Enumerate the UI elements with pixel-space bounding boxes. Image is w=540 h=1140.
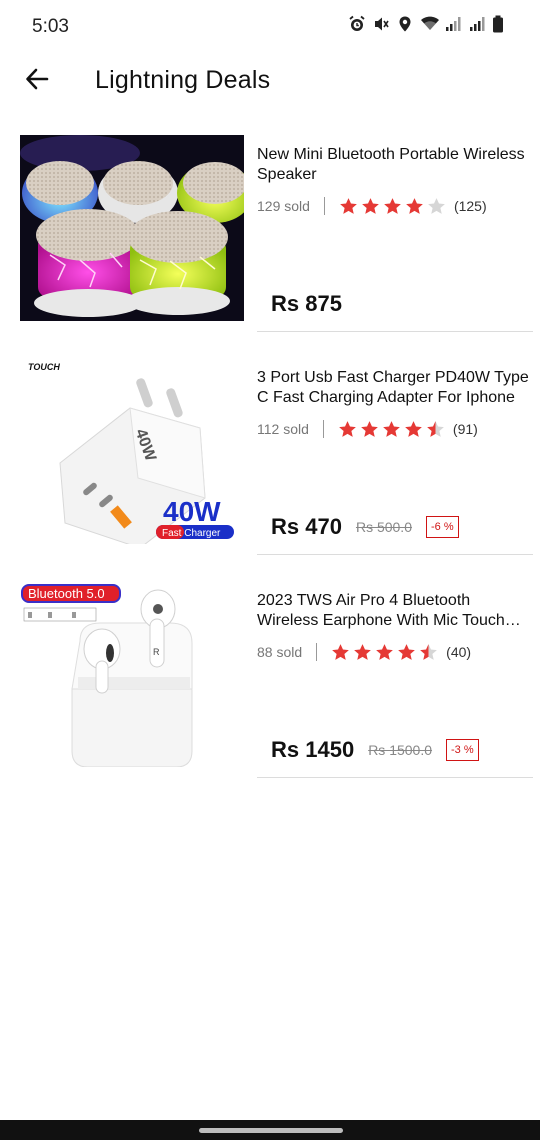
- mute-icon: [372, 15, 390, 33]
- star-filled-icon: [339, 420, 356, 437]
- status-time: 5:03: [32, 16, 69, 37]
- star-half-icon: [420, 643, 438, 660]
- price: Rs 875: [271, 291, 342, 316]
- price-row: Rs 875: [271, 291, 342, 317]
- deal-meta: 129 sold (125): [257, 196, 533, 216]
- star-filled-icon: [406, 197, 423, 214]
- meta-divider: [322, 420, 324, 438]
- sold-count: 112 sold: [257, 421, 309, 437]
- star-filled-icon: [376, 643, 394, 660]
- product-title[interactable]: 2023 TWS Air Pro 4 Bluetooth Wireless Ea…: [257, 591, 533, 631]
- arrow-left-icon: [24, 66, 50, 97]
- star-filled-icon: [354, 643, 372, 660]
- deal-meta: 88 sold (40): [257, 642, 533, 662]
- deal-info: 3 Port Usb Fast Charger PD40W Type C Fas…: [257, 368, 533, 555]
- price: Rs 470: [271, 514, 342, 539]
- fast-charger-text: Fast Charger: [162, 528, 221, 539]
- sold-count: 88 sold: [257, 644, 303, 660]
- status-icons: [348, 15, 510, 33]
- meta-divider: [323, 197, 325, 215]
- back-button[interactable]: [20, 64, 54, 98]
- product-title[interactable]: 3 Port Usb Fast Charger PD40W Type C Fas…: [257, 368, 533, 408]
- app-header: Lightning Deals: [0, 52, 540, 110]
- star-filled-icon: [361, 420, 378, 437]
- product-image[interactable]: Bluetooth 5.0 R: [20, 581, 244, 767]
- meta-divider: [316, 643, 318, 661]
- original-price: Rs 1500.0: [368, 742, 433, 758]
- star-rating: [331, 643, 438, 662]
- star-filled-icon: [332, 643, 350, 660]
- deal-info: New Mini Bluetooth Portable Wireless Spe…: [257, 145, 533, 332]
- deal-item[interactable]: TOUCH 40W 40W Fast Charger 3 Port Usb Fa…: [0, 356, 540, 579]
- wifi-icon: [420, 15, 439, 33]
- signal-icon: [468, 15, 486, 33]
- signal-icon: [444, 15, 462, 33]
- star-empty-icon: [428, 197, 445, 214]
- deal-info: 2023 TWS Air Pro 4 Bluetooth Wireless Ea…: [257, 591, 533, 778]
- star-filled-icon: [383, 420, 400, 437]
- deal-item[interactable]: New Mini Bluetooth Portable Wireless Spe…: [0, 133, 540, 356]
- deal-item[interactable]: Bluetooth 5.0 R 2023 TWS Air Pro 4 Bluet…: [0, 579, 540, 802]
- star-filled-icon: [384, 197, 401, 214]
- price-row: Rs 1450 Rs 1500.0 -3 %: [271, 737, 479, 763]
- home-indicator[interactable]: [199, 1128, 343, 1133]
- star-filled-icon: [340, 197, 357, 214]
- product-image[interactable]: TOUCH 40W 40W Fast Charger: [20, 358, 244, 544]
- star-rating: [338, 420, 445, 439]
- star-rating: [339, 197, 446, 216]
- discount-badge: -3 %: [446, 739, 479, 761]
- original-price: Rs 500.0: [355, 519, 412, 535]
- navigation-bar: [0, 1120, 540, 1140]
- bluetooth-badge-text: Bluetooth 5.0: [28, 586, 105, 601]
- product-title[interactable]: New Mini Bluetooth Portable Wireless Spe…: [257, 145, 533, 185]
- star-half-icon: [427, 420, 444, 437]
- product-image[interactable]: [20, 135, 244, 321]
- location-icon: [396, 15, 414, 33]
- price: Rs 1450: [271, 737, 355, 762]
- rating-count: (40): [446, 644, 472, 660]
- brand-text: TOUCH: [28, 362, 60, 372]
- svg-text:R: R: [153, 647, 160, 657]
- star-filled-icon: [398, 643, 416, 660]
- star-filled-icon: [405, 420, 422, 437]
- page-title: Lightning Deals: [95, 66, 271, 94]
- price-row: Rs 470 Rs 500.0 -6 %: [271, 514, 459, 540]
- alarm-icon: [348, 15, 366, 33]
- star-filled-icon: [362, 197, 379, 214]
- sold-count: 129 sold: [257, 198, 310, 214]
- rating-count: (91): [452, 421, 478, 437]
- rating-count: (125): [453, 198, 487, 214]
- status-bar: 5:03: [0, 0, 540, 52]
- discount-badge: -6 %: [426, 516, 459, 538]
- deal-list: New Mini Bluetooth Portable Wireless Spe…: [0, 133, 540, 802]
- deal-meta: 112 sold (91): [257, 419, 533, 439]
- watt-text: 40W: [163, 496, 221, 527]
- battery-icon: [492, 15, 510, 33]
